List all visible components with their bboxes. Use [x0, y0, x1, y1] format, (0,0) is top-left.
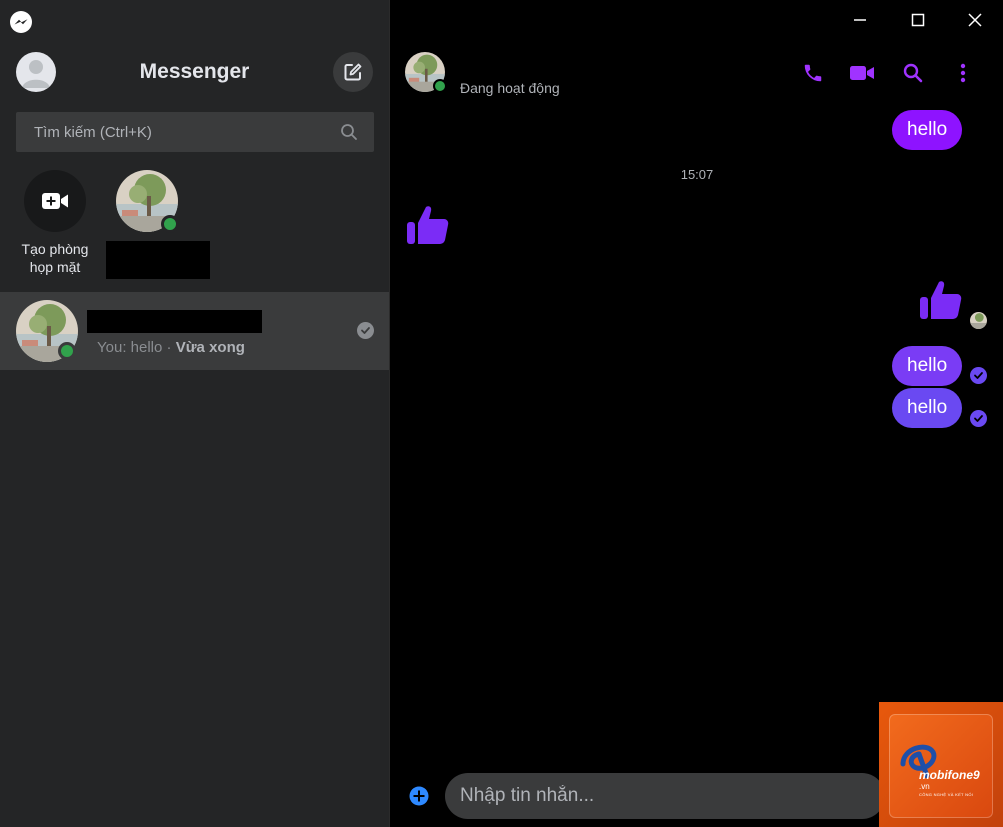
message-input[interactable] [445, 773, 885, 819]
create-room-button[interactable]: Tạo phòng họp mặt [10, 170, 100, 276]
add-attachment-icon[interactable] [409, 786, 429, 806]
video-plus-icon [42, 193, 68, 209]
watermark-badge: mobifone9 .vn CÔNG NGHỆ VÀ KẾT NỐI [889, 714, 993, 818]
search-input[interactable] [16, 112, 336, 152]
last-message-time: Vừa xong [175, 339, 245, 356]
watermark-tagline: CÔNG NGHỆ VÀ KẾT NỐI [919, 792, 974, 797]
video-call-button[interactable] [849, 60, 875, 86]
minimize-icon [854, 19, 866, 21]
received-like-icon[interactable] [406, 203, 450, 247]
close-icon [968, 13, 982, 27]
watermark-domain: .vn [919, 782, 930, 791]
watermark-logo: mobifone9 .vn CÔNG NGHỆ VÀ KẾT NỐI [879, 702, 1003, 827]
redacted-contact-name [106, 241, 210, 279]
search-conversation-button[interactable] [900, 60, 926, 86]
more-options-button[interactable] [950, 60, 976, 86]
phone-icon [804, 64, 822, 82]
minimize-button[interactable] [846, 6, 874, 34]
active-status: Đang hoạt động [460, 80, 560, 96]
sent-like-icon[interactable] [919, 278, 963, 322]
redacted-conversation-name [87, 310, 262, 333]
online-status-dot [58, 342, 76, 360]
more-vertical-icon [960, 63, 966, 83]
create-room-label: Tạo phòng họp mặt [21, 241, 89, 275]
conversation-item[interactable]: You: hello · Vừa xong [0, 292, 389, 370]
sent-message-bubble[interactable]: hello [892, 346, 963, 386]
sent-message-bubble[interactable]: hello [892, 388, 963, 428]
delivered-check-icon [970, 367, 987, 384]
conversation-preview: You: hello · Vừa xong [97, 339, 245, 356]
messenger-logo-icon [10, 11, 32, 33]
video-camera-icon [850, 66, 874, 80]
create-room-circle[interactable] [24, 170, 86, 232]
preview-separator: · [162, 339, 176, 356]
maximize-icon [911, 13, 925, 27]
search-icon[interactable] [340, 123, 358, 141]
chat-pane: Đang hoạt động hello 15:07 hello hello N… [389, 0, 1003, 827]
search-icon [903, 63, 923, 83]
sent-message-bubble[interactable]: hello [892, 110, 963, 150]
watermark-brand: mobifone9 [919, 768, 980, 782]
search-bar [16, 112, 374, 152]
conversation-avatar [16, 300, 78, 362]
voice-call-button[interactable] [800, 60, 826, 86]
message-timestamp: 15:07 [680, 167, 714, 182]
new-message-button[interactable] [333, 52, 373, 92]
online-status-dot [433, 79, 447, 93]
sidebar-title: Messenger [139, 60, 250, 83]
active-contact-avatar[interactable] [116, 170, 179, 233]
compose-icon [344, 63, 362, 81]
message-input-container [445, 773, 885, 819]
last-message: You: hello [97, 339, 163, 356]
close-window-button[interactable] [961, 6, 989, 34]
read-receipt-avatar [970, 312, 987, 329]
chat-contact-avatar[interactable] [405, 52, 447, 93]
maximize-button[interactable] [904, 6, 932, 34]
online-status-dot [161, 215, 179, 233]
delivered-check-icon [970, 410, 987, 427]
seen-check-icon [357, 322, 374, 339]
sidebar: Messenger Tạo phòng họp mặt [0, 0, 389, 827]
